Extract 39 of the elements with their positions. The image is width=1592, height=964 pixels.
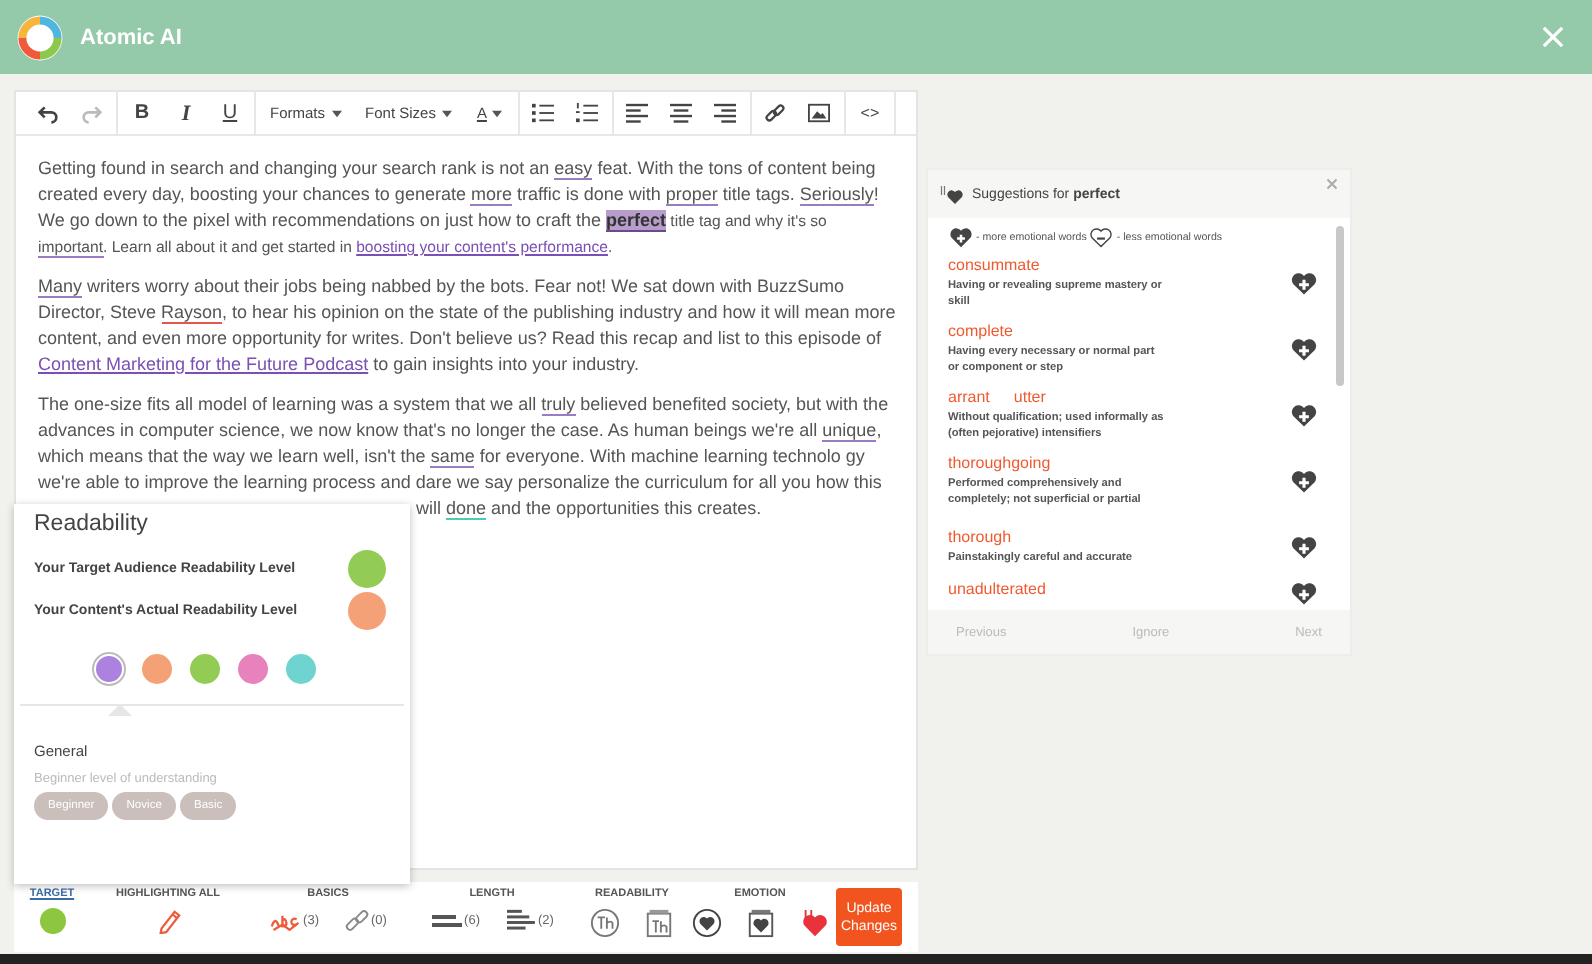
- paragraph: Many writers worry about their jobs being nabbed by the bots. Fear not! We sat down with BuzzSumo Director, Steve Rayson, to hear his opinion on the state of the publishing industry and how it will mean more content, and even more opportunity for writes. Don't believe us? Read this recap and list to this episode of Content Marketing for the Future Podcast to gain insights into your industry.: [36, 274, 896, 378]
- heart-plus-icon[interactable]: [1290, 402, 1318, 428]
- caret-icon: [331, 109, 342, 117]
- text-circle-icon[interactable]: [590, 908, 620, 938]
- undo-icon: [38, 103, 58, 123]
- logo-icon: [16, 13, 64, 61]
- heart-plus-icon[interactable]: [1290, 580, 1318, 606]
- heart-minus-icon: [1088, 226, 1115, 248]
- heart-plus-icon[interactable]: [1290, 468, 1318, 494]
- caret-icon: [492, 109, 503, 117]
- code-button[interactable]: <>: [851, 97, 888, 129]
- bullets-icon: [532, 102, 555, 124]
- broken-link-icon[interactable]: [343, 908, 369, 934]
- underline-button[interactable]: U: [212, 97, 248, 129]
- heart-plus-icon: [948, 226, 974, 248]
- align-center-icon: [670, 102, 693, 124]
- text-jar-icon[interactable]: [644, 908, 674, 938]
- level-choice[interactable]: [91, 652, 125, 686]
- image-icon: [808, 102, 831, 124]
- align-right-icon: [714, 102, 737, 124]
- target-dot-icon[interactable]: [39, 908, 65, 934]
- app-title: Atomic AI: [80, 25, 184, 49]
- heart-plus-icon[interactable]: [1290, 336, 1318, 362]
- heart-icon[interactable]: [799, 908, 829, 938]
- heart-jar-icon[interactable]: [745, 908, 775, 938]
- link-icon: [764, 102, 787, 124]
- italic-button[interactable]: I: [168, 97, 204, 129]
- heart-plus-icon[interactable]: [1290, 534, 1318, 560]
- heart-circle-icon[interactable]: [691, 908, 721, 938]
- heart-icon: [940, 183, 964, 205]
- align-left-icon: [626, 102, 649, 124]
- caret-icon: [441, 109, 452, 117]
- pencil-icon[interactable]: [155, 908, 181, 934]
- redo-icon: [82, 103, 102, 123]
- heart-plus-icon[interactable]: [1290, 270, 1318, 296]
- numbers-icon: [576, 102, 599, 124]
- paragraph-lines-icon[interactable]: [504, 908, 536, 934]
- scrollbar[interactable]: [1336, 226, 1344, 386]
- bold-button[interactable]: B: [124, 97, 160, 129]
